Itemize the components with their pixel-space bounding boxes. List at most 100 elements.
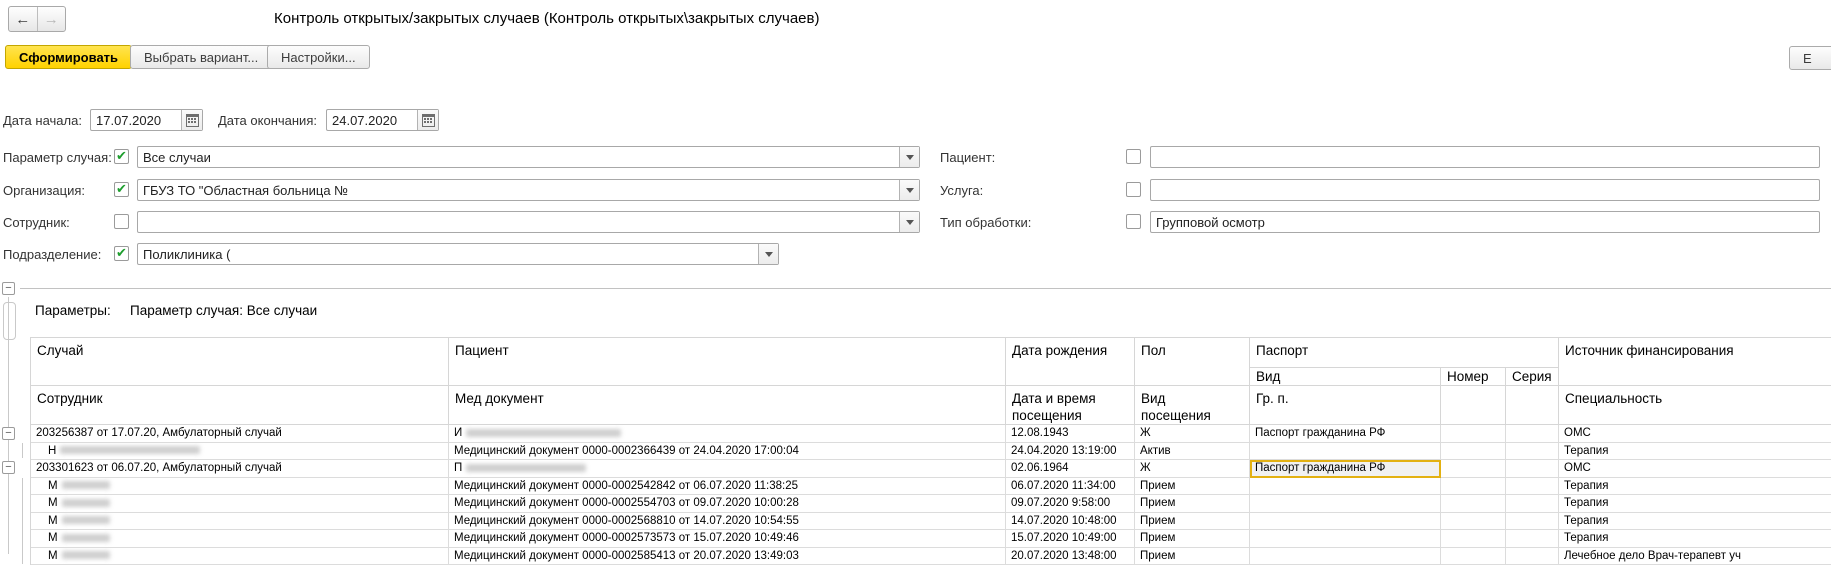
cell-fin-or-speciality[interactable]: ОМС <box>1559 460 1831 478</box>
cell-patient-or-med-doc[interactable]: И <box>449 425 1006 443</box>
column-header-birth-date[interactable]: Дата рождения <box>1006 338 1135 386</box>
cell-fin-or-speciality[interactable]: Терапия <box>1559 530 1831 548</box>
cell-passport-number[interactable] <box>1441 478 1506 496</box>
cell-passport-series[interactable] <box>1506 513 1559 531</box>
cell-date[interactable]: 24.04.2020 13:19:00 <box>1006 443 1135 461</box>
department-dropdown-button[interactable] <box>758 244 778 264</box>
organization-dropdown-button[interactable] <box>899 180 919 200</box>
processing-type-input[interactable] <box>1151 212 1819 232</box>
settings-button[interactable]: Настройки... <box>267 45 370 69</box>
cell-passport-series[interactable] <box>1506 495 1559 513</box>
date-start-input[interactable] <box>91 110 181 130</box>
date-start-calendar-button[interactable] <box>181 110 202 130</box>
cell-passport-kind[interactable] <box>1250 478 1441 496</box>
cell-sex-or-visit-kind[interactable]: Прием <box>1135 513 1250 531</box>
cell-fin-or-speciality[interactable]: Терапия <box>1559 478 1831 496</box>
column-header-passport-number[interactable]: Номер <box>1441 368 1506 386</box>
cell-case-or-employee[interactable]: М <box>31 530 449 548</box>
cell-date[interactable]: 12.08.1943 <box>1006 425 1135 443</box>
cell-passport-kind[interactable] <box>1250 443 1441 461</box>
column-header-employee[interactable]: Сотрудник <box>31 386 449 425</box>
column-header-sex[interactable]: Пол <box>1135 338 1250 386</box>
cell-date[interactable]: 20.07.2020 13:48:00 <box>1006 548 1135 566</box>
cell-case-or-employee[interactable]: Н <box>31 443 449 461</box>
cell-passport-series[interactable] <box>1506 478 1559 496</box>
cell-patient-or-med-doc[interactable]: Медицинский документ 0000-0002585413 от … <box>449 548 1006 566</box>
case-2-collapse-button[interactable]: − <box>2 461 15 474</box>
cell-passport-number[interactable] <box>1441 443 1506 461</box>
patient-input[interactable] <box>1151 147 1819 167</box>
choose-variant-button[interactable]: Выбрать вариант... <box>130 45 272 69</box>
column-header-patient[interactable]: Пациент <box>449 338 1006 386</box>
cell-patient-or-med-doc[interactable]: Медицинский документ 0000-0002573573 от … <box>449 530 1006 548</box>
cell-sex-or-visit-kind[interactable]: Ж <box>1135 460 1250 478</box>
column-header-med-doc[interactable]: Мед документ <box>449 386 1006 425</box>
column-header-grp[interactable]: Гр. п. <box>1250 386 1441 425</box>
cell-passport-series[interactable] <box>1506 443 1559 461</box>
cell-date[interactable]: 06.07.2020 11:34:00 <box>1006 478 1135 496</box>
employee-input[interactable] <box>138 212 899 232</box>
cell-date[interactable]: 15.07.2020 10:49:00 <box>1006 530 1135 548</box>
case-parameter-dropdown-button[interactable] <box>899 147 919 167</box>
patient-checkbox[interactable]: ✔ <box>1126 149 1141 164</box>
cell-fin-or-speciality[interactable]: Терапия <box>1559 443 1831 461</box>
cell-patient-or-med-doc[interactable]: Медицинский документ 0000-0002568810 от … <box>449 513 1006 531</box>
cell-patient-or-med-doc[interactable]: П <box>449 460 1006 478</box>
column-header-passport[interactable]: Паспорт <box>1250 338 1559 368</box>
column-header-case[interactable]: Случай <box>31 338 449 386</box>
case-1-collapse-button[interactable]: − <box>2 427 15 440</box>
cell-passport-kind[interactable]: Паспорт гражданина РФ <box>1250 425 1441 443</box>
cell-passport-series[interactable] <box>1506 530 1559 548</box>
service-checkbox[interactable]: ✔ <box>1126 182 1141 197</box>
cell-patient-or-med-doc[interactable]: Медицинский документ 0000-0002542842 от … <box>449 478 1006 496</box>
cell-fin-or-speciality[interactable]: Терапия <box>1559 513 1831 531</box>
cell-passport-kind[interactable] <box>1250 513 1441 531</box>
cell-sex-or-visit-kind[interactable]: Ж <box>1135 425 1250 443</box>
cell-sex-or-visit-kind[interactable]: Прием <box>1135 495 1250 513</box>
cell-passport-number[interactable] <box>1441 460 1506 478</box>
organization-input[interactable] <box>138 180 899 200</box>
cell-patient-or-med-doc[interactable]: Медицинский документ 0000-0002366439 от … <box>449 443 1006 461</box>
column-header-speciality[interactable]: Специальность <box>1559 386 1831 425</box>
column-header-passport-series[interactable]: Серия <box>1506 368 1559 386</box>
processing-type-checkbox[interactable]: ✔ <box>1126 214 1141 229</box>
column-header-fin-source[interactable]: Источник финансирования <box>1559 338 1831 386</box>
case-parameter-checkbox[interactable]: ✔ <box>114 149 129 164</box>
department-checkbox[interactable]: ✔ <box>114 246 129 261</box>
service-input[interactable] <box>1151 180 1819 200</box>
column-header-visit-datetime[interactable]: Дата и время посещения <box>1006 386 1135 425</box>
case-parameter-input[interactable] <box>138 147 899 167</box>
cell-date[interactable]: 14.07.2020 10:48:00 <box>1006 513 1135 531</box>
cell-case-or-employee[interactable]: 203256387 от 17.07.20, Амбулаторный случ… <box>31 425 449 443</box>
cell-fin-or-speciality[interactable]: Лечебное дело Врач-терапевт уч <box>1559 548 1831 566</box>
cell-fin-or-speciality[interactable]: Терапия <box>1559 495 1831 513</box>
cell-passport-number[interactable] <box>1441 530 1506 548</box>
cell-passport-series[interactable] <box>1506 460 1559 478</box>
cell-sex-or-visit-kind[interactable]: Прием <box>1135 548 1250 566</box>
cell-case-or-employee[interactable]: М <box>31 548 449 566</box>
forward-button[interactable]: → <box>38 7 66 31</box>
report-collapse-button[interactable]: − <box>2 282 15 295</box>
cell-date[interactable]: 02.06.1964 <box>1006 460 1135 478</box>
back-button[interactable]: ← <box>9 7 38 31</box>
department-input[interactable] <box>138 244 758 264</box>
cell-passport-kind[interactable] <box>1250 495 1441 513</box>
cell-patient-or-med-doc[interactable]: Медицинский документ 0000-0002554703 от … <box>449 495 1006 513</box>
column-header-passport-kind[interactable]: Вид <box>1250 368 1441 386</box>
employee-checkbox[interactable]: ✔ <box>114 214 129 229</box>
cell-passport-series[interactable] <box>1506 548 1559 566</box>
cell-passport-kind[interactable] <box>1250 530 1441 548</box>
cell-passport-number[interactable] <box>1441 425 1506 443</box>
cell-case-or-employee[interactable]: М <box>31 478 449 496</box>
cell-sex-or-visit-kind[interactable]: Актив <box>1135 443 1250 461</box>
employee-dropdown-button[interactable] <box>899 212 919 232</box>
cell-passport-kind[interactable] <box>1250 548 1441 566</box>
organization-checkbox[interactable]: ✔ <box>114 182 129 197</box>
cell-date[interactable]: 09.07.2020 9:58:00 <box>1006 495 1135 513</box>
cell-passport-kind[interactable]: Паспорт гражданина РФ <box>1250 460 1441 478</box>
generate-button[interactable]: Сформировать <box>5 45 132 69</box>
cell-case-or-employee[interactable]: М <box>31 495 449 513</box>
cell-passport-number[interactable] <box>1441 548 1506 566</box>
cell-sex-or-visit-kind[interactable]: Прием <box>1135 478 1250 496</box>
more-actions-button[interactable]: Е <box>1789 46 1831 70</box>
